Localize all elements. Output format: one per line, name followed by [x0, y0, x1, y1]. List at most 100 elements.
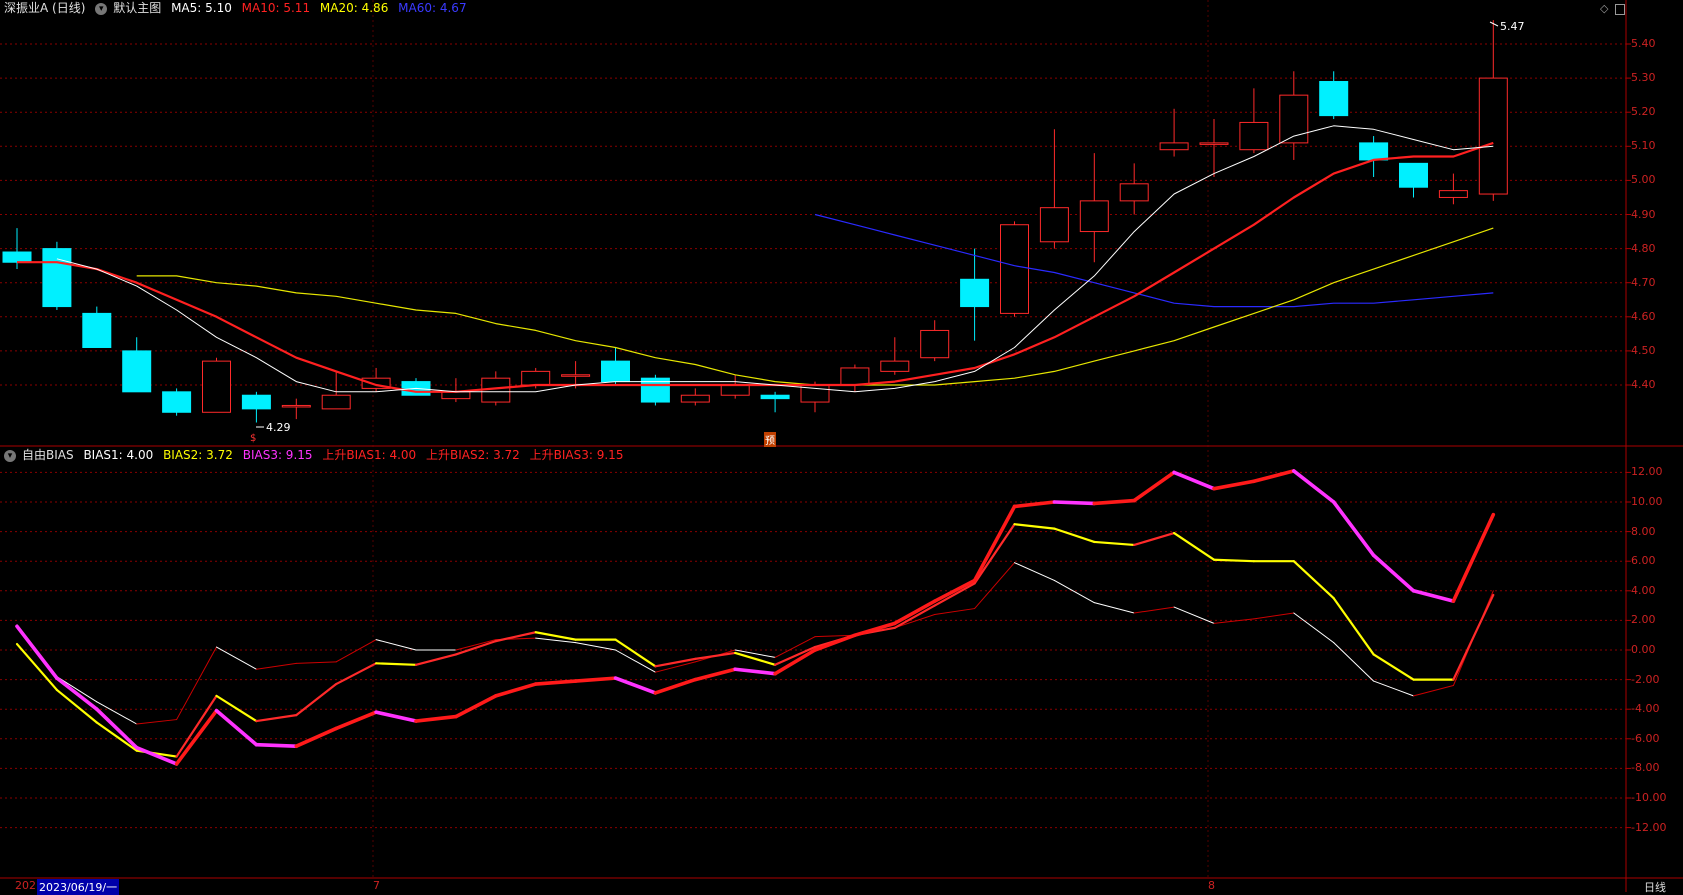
price-tick-label: 4.60: [1631, 309, 1656, 323]
bias-tick-label: 0.00: [1631, 643, 1656, 656]
bias3-segment: [454, 694, 498, 719]
candle-body: [840, 367, 870, 386]
bias3-segment: [214, 708, 259, 747]
price-tick-label: 4.80: [1631, 241, 1656, 255]
bias2-segment: [1212, 558, 1256, 563]
bias2-segment: [694, 651, 737, 660]
chart-canvas[interactable]: [0, 0, 1683, 892]
bias3-segment: [1451, 512, 1496, 603]
bias3-segment: [1371, 553, 1416, 593]
price-tick-label: 5.20: [1631, 105, 1656, 119]
price-tick-label: 5.40: [1631, 37, 1656, 50]
bias-tick-label: 8.00: [1631, 524, 1656, 538]
bias3-segment: [1292, 469, 1336, 504]
candle-body: [521, 370, 551, 386]
bias3-segment: [533, 679, 578, 686]
dividend-marker[interactable]: $: [250, 433, 256, 444]
bias1-segment: [176, 646, 217, 721]
bias2-segment: [454, 640, 497, 656]
bias2-segment: [933, 582, 976, 607]
bias-tick-label: 10.00: [1631, 495, 1663, 508]
bias-tick-label: -12.00: [1631, 820, 1667, 834]
bias-tick-label: 6.00: [1631, 554, 1656, 568]
bias3-segment: [733, 667, 777, 676]
bias2-segment: [1332, 597, 1375, 656]
bias1-segment: [1293, 612, 1335, 644]
bias2-segment: [175, 694, 218, 758]
bias1-segment: [1373, 680, 1414, 697]
x-date-label: 2023/06/19/一: [37, 879, 120, 895]
bias1-segment: [295, 661, 337, 664]
candle-body: [1039, 207, 1069, 243]
bias1-segment: [375, 639, 417, 651]
bias2-segment: [255, 714, 298, 723]
bias2-segment: [1292, 560, 1335, 600]
x-month-8: 8: [1208, 879, 1215, 892]
candle-body: [1199, 142, 1229, 145]
bias3-segment: [254, 742, 299, 749]
bias2-segment: [1133, 531, 1176, 547]
bias-tick-label: 12.00: [1631, 465, 1663, 479]
low-price-label: 4.29: [266, 421, 291, 434]
candle-body: [1000, 224, 1029, 314]
candle-body: [1478, 77, 1508, 195]
bias3-segment: [374, 710, 418, 723]
bias2-segment: [414, 653, 457, 666]
candle-body: [162, 391, 192, 413]
bias2-segment: [1372, 653, 1415, 681]
bias-tick-label: -6.00: [1631, 731, 1660, 745]
bias2-segment: [1013, 523, 1056, 530]
bias3-segment: [493, 682, 538, 698]
candle-body: [1438, 190, 1468, 198]
bias1-segment: [335, 639, 377, 663]
price-tick-label: 4.90: [1631, 207, 1656, 221]
bias2-segment: [1093, 540, 1136, 547]
candle-body: [720, 384, 750, 396]
high-price-label: 5.47: [1500, 20, 1525, 33]
bias2-segment: [1452, 593, 1495, 681]
bias3-segment: [334, 710, 378, 731]
candle-body: [1319, 81, 1349, 117]
bias1-segment: [1413, 685, 1454, 697]
bias3-segment: [1052, 500, 1097, 506]
forecast-marker[interactable]: 预: [764, 432, 776, 447]
bias2-segment: [1053, 527, 1096, 544]
bias-tick-label: -8.00: [1631, 761, 1660, 775]
bias3-segment: [174, 708, 219, 766]
bias1-segment: [56, 676, 98, 703]
x-year-label: 202: [15, 879, 36, 892]
bias3-segment: [653, 677, 698, 695]
candle-body: [202, 360, 231, 413]
bias1-segment: [1053, 579, 1095, 604]
bias3-segment: [573, 676, 618, 683]
bias1-segment: [1333, 642, 1375, 682]
candle-body: [321, 394, 351, 410]
bias-tick-label: -4.00: [1631, 702, 1660, 716]
bias3-segment: [1092, 498, 1136, 506]
candle-body: [1359, 142, 1389, 161]
bias2-segment: [335, 662, 378, 686]
bias3-segment: [1252, 469, 1296, 484]
x-month-7: 7: [373, 879, 380, 892]
candle-body: [1239, 121, 1269, 151]
bias2-segment: [734, 651, 777, 666]
ma5-line: [56, 125, 1494, 393]
high-pointer: [1489, 21, 1499, 27]
price-tick-label: 5.00: [1631, 173, 1656, 187]
bias1-segment: [1253, 612, 1295, 620]
bias2-segment: [375, 662, 418, 666]
bias3-segment: [95, 707, 139, 750]
candle-body: [281, 404, 311, 408]
candle-body: [2, 251, 32, 263]
period-label[interactable]: 日线: [1644, 879, 1666, 895]
bias3-segment: [1012, 500, 1057, 509]
bias3-segment: [414, 714, 458, 723]
stock-chart-window: 深振业A (日线) ▾ 默认主图 MA5: 5.10 MA10: 5.11 MA2…: [0, 0, 1683, 895]
candle-body: [1159, 142, 1189, 151]
bias2-segment: [973, 523, 1016, 585]
bias3-segment: [813, 633, 857, 652]
candle-body: [1119, 183, 1149, 202]
candle-body: [760, 394, 790, 400]
bias3-segment: [693, 667, 738, 682]
bias2-segment: [654, 657, 697, 668]
